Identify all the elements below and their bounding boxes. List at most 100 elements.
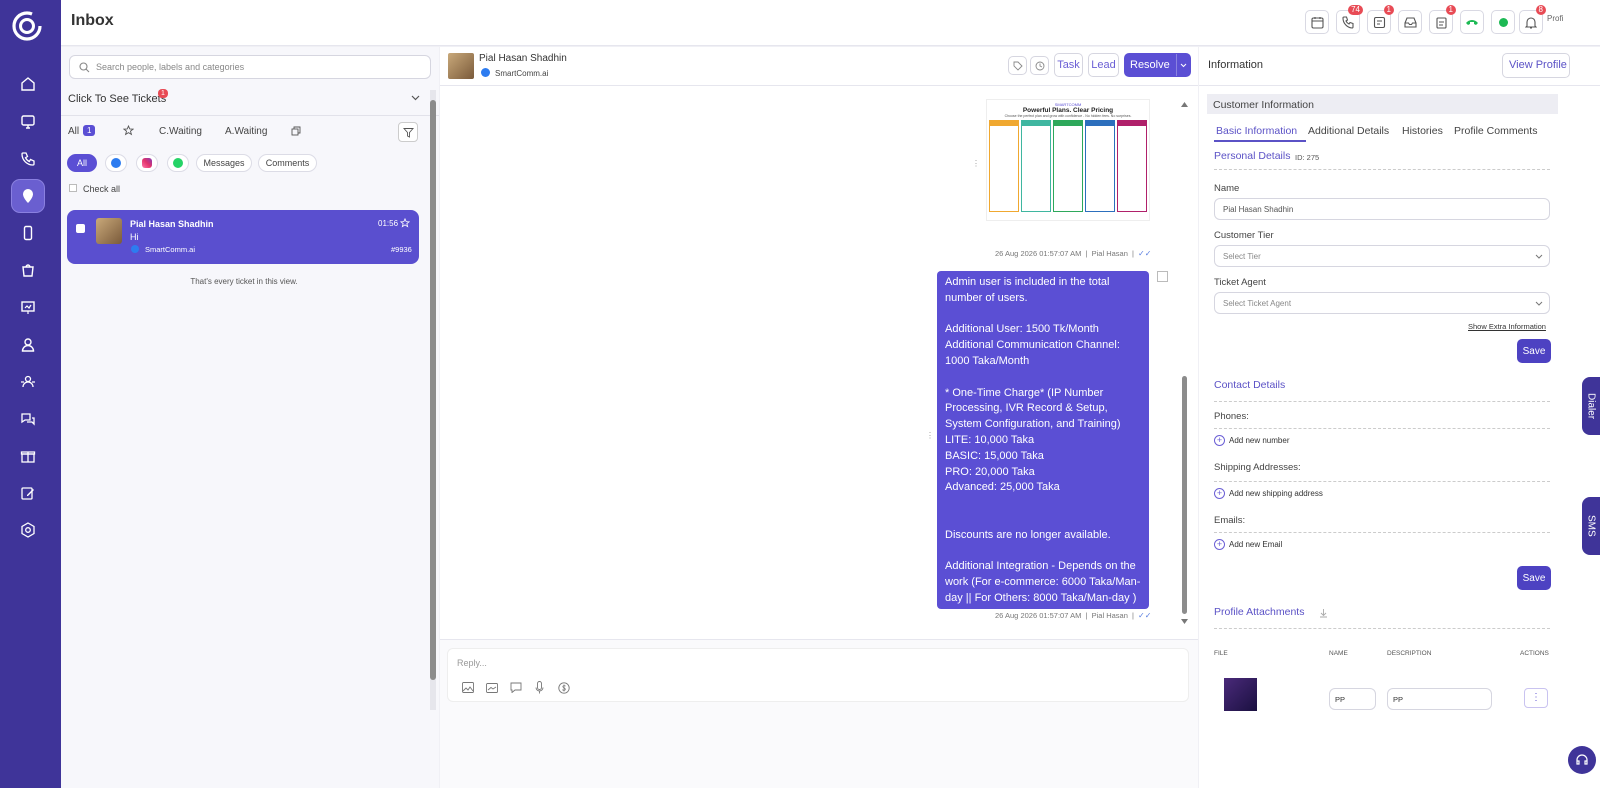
ticket-card[interactable]: Pial Hasan Shadhin Hi SmartComm.ai 01:56… (67, 210, 419, 264)
tickets-toggle[interactable]: Click To See Tickets (68, 93, 166, 105)
divider (61, 115, 439, 116)
lead-button[interactable]: Lead (1088, 53, 1119, 77)
tab-a-waiting[interactable]: A.Waiting (225, 126, 267, 137)
download-icon[interactable] (1319, 608, 1328, 618)
message-options-icon[interactable]: ⋮ (926, 431, 934, 440)
plan-label: Basic (1031, 126, 1041, 131)
reply-input[interactable]: Reply... (447, 648, 1189, 702)
user-icon[interactable] (12, 329, 44, 361)
calendar-icon[interactable] (1305, 10, 1329, 34)
chat-header: Pial Hasan Shadhin SmartComm.ai Task Lea… (440, 47, 1198, 86)
text-message-bubble[interactable]: Admin user is included in the total numb… (937, 271, 1149, 609)
shopping-bag-icon[interactable] (12, 254, 44, 286)
dialer-tab[interactable]: Dialer (1582, 377, 1600, 435)
attachment-actions-button[interactable]: ⋮ (1524, 688, 1548, 708)
task-clipboard-icon[interactable]: 1 (1429, 5, 1456, 34)
list-scrollbar[interactable] (430, 90, 436, 710)
sms-tab[interactable]: SMS (1582, 497, 1600, 555)
tab-c-waiting[interactable]: C.Waiting (159, 126, 202, 137)
history-icon[interactable] (1030, 56, 1049, 75)
tab-basic-information[interactable]: Basic Information (1216, 125, 1297, 137)
shipping-label: Shipping Addresses: (1214, 462, 1301, 473)
bell-icon[interactable]: 8 (1519, 5, 1546, 34)
message-options-icon[interactable]: ⋮ (972, 159, 980, 168)
inbox-location-icon[interactable] (12, 180, 44, 212)
presentation-icon[interactable] (12, 292, 44, 324)
save-contact-button[interactable]: Save (1517, 566, 1551, 590)
messenger-icon[interactable] (105, 154, 127, 172)
task-button[interactable]: Task (1054, 53, 1083, 77)
tab-additional-details[interactable]: Additional Details (1308, 125, 1389, 137)
search-input[interactable]: Search people, labels and categories (69, 55, 431, 79)
tab-all[interactable]: All (68, 126, 79, 137)
message-template-icon[interactable] (510, 682, 522, 693)
mobile-icon[interactable] (12, 217, 44, 249)
agent-select[interactable]: Select Ticket Agent (1214, 292, 1550, 314)
check-all-checkbox[interactable] (69, 184, 77, 192)
phones-label: Phones: (1214, 411, 1249, 422)
home-icon[interactable] (12, 68, 44, 100)
support-headset-icon[interactable] (1568, 746, 1596, 774)
filter-button[interactable] (398, 122, 418, 142)
tab-histories[interactable]: Histories (1402, 125, 1443, 137)
chevron-down-icon[interactable] (411, 95, 420, 101)
instagram-icon[interactable] (136, 154, 158, 172)
chip-all[interactable]: All (67, 154, 97, 172)
show-extra-link[interactable]: Show Extra Information (1468, 322, 1546, 331)
gallery-icon[interactable] (486, 682, 498, 693)
image-icon[interactable] (462, 682, 474, 693)
team-icon[interactable] (12, 366, 44, 398)
add-shipping-button[interactable]: + Add new shipping address (1214, 488, 1323, 499)
attachment-description-field[interactable]: PP (1387, 688, 1492, 710)
monitor-icon[interactable] (12, 106, 44, 138)
customer-id: ID: 275 (1295, 153, 1320, 162)
star-icon[interactable] (123, 125, 134, 136)
app-logo-icon (12, 11, 42, 41)
mail-inbox-icon[interactable] (1398, 10, 1422, 34)
phone-icon[interactable] (12, 143, 44, 175)
search-icon (79, 62, 90, 73)
tier-select[interactable]: Select Tier (1214, 245, 1550, 267)
copy-icon[interactable] (291, 126, 301, 136)
view-profile-button[interactable]: View Profile (1502, 53, 1570, 78)
resolve-button[interactable]: Resolve (1124, 53, 1191, 77)
chip-messages[interactable]: Messages (196, 154, 252, 172)
attachment-name-field[interactable]: PP (1329, 688, 1376, 710)
info-panel: Information View Profile Customer Inform… (1199, 47, 1600, 788)
plan-label: Pro (1064, 126, 1072, 131)
plus-icon: + (1214, 435, 1225, 446)
chat-bubbles-icon[interactable] (12, 403, 44, 435)
reply-placeholder: Reply... (457, 658, 487, 668)
online-status-icon[interactable] (1491, 10, 1515, 34)
notes-icon[interactable]: 1 (1367, 5, 1394, 34)
personal-details-heading: Personal Details (1214, 150, 1291, 162)
call-log-icon[interactable]: 74 (1336, 5, 1363, 34)
gift-icon[interactable] (12, 440, 44, 472)
calls-badge: 74 (1348, 5, 1363, 15)
tag-icon[interactable] (1008, 56, 1027, 75)
settings-icon[interactable] (12, 514, 44, 546)
attachment-thumbnail[interactable] (1224, 678, 1257, 711)
chat-contact-name: Pial Hasan Shadhin (479, 53, 567, 64)
ticket-checkbox[interactable] (76, 224, 85, 233)
pricing-plan-custom: Custom (1117, 120, 1147, 212)
chevron-down-icon[interactable] (1180, 63, 1187, 68)
chip-comments[interactable]: Comments (258, 154, 317, 172)
name-field[interactable]: Pial Hasan Shadhin (1214, 198, 1550, 220)
plan-label: Lite (1000, 126, 1008, 131)
add-number-button[interactable]: + Add new number (1214, 435, 1289, 446)
add-email-button[interactable]: + Add new Email (1214, 539, 1282, 550)
profile-avatar[interactable]: Profile (1547, 14, 1563, 34)
chat-scrollbar[interactable] (1180, 101, 1189, 625)
tier-label: Customer Tier (1214, 230, 1274, 241)
currency-icon[interactable] (558, 682, 570, 694)
pricing-image[interactable]: SMARTCOMM Powerful Plans. Clear Pricing … (986, 99, 1150, 221)
ticket-contact-name: Pial Hasan Shadhin (130, 219, 214, 229)
save-personal-button[interactable]: Save (1517, 339, 1551, 363)
whatsapp-icon[interactable] (167, 154, 189, 172)
microphone-icon[interactable] (535, 681, 544, 694)
call-answer-icon[interactable] (1460, 10, 1484, 34)
star-icon[interactable] (400, 218, 410, 228)
tab-profile-comments[interactable]: Profile Comments (1454, 125, 1537, 137)
edit-note-icon[interactable] (12, 477, 44, 509)
